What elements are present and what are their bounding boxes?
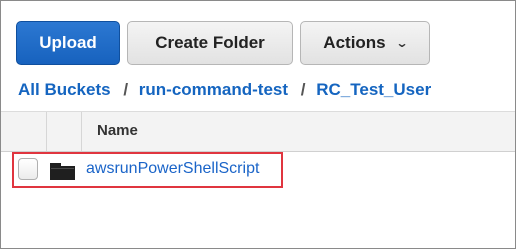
actions-button-label: Actions — [323, 33, 386, 52]
breadcrumb-item-folder[interactable]: RC_Test_User — [316, 80, 431, 99]
folder-icon — [50, 163, 75, 180]
create-folder-button-label: Create Folder — [155, 33, 265, 52]
header-select-column — [1, 112, 47, 151]
breadcrumb-separator: / — [123, 80, 129, 99]
s3-console-frame: Upload Create Folder Actions ⌄ All Bucke… — [0, 0, 516, 249]
upload-button[interactable]: Upload — [16, 21, 120, 65]
row-checkbox[interactable] — [18, 158, 38, 180]
breadcrumb-item-bucket[interactable]: run-command-test — [139, 80, 288, 99]
breadcrumb-item-all-buckets[interactable]: All Buckets — [18, 80, 111, 99]
chevron-down-icon: ⌄ — [395, 36, 409, 50]
toolbar: Upload Create Folder Actions ⌄ — [16, 21, 430, 65]
create-folder-button[interactable]: Create Folder — [127, 21, 293, 65]
table-header: Name — [1, 111, 515, 152]
column-header-name[interactable]: Name — [97, 122, 138, 139]
breadcrumb: All Buckets / run-command-test / RC_Test… — [18, 80, 431, 100]
actions-dropdown-button[interactable]: Actions ⌄ — [300, 21, 430, 65]
folder-name-link[interactable]: awsrunPowerShellScript — [86, 160, 259, 178]
upload-button-label: Upload — [39, 33, 97, 52]
breadcrumb-separator: / — [300, 80, 306, 99]
header-icon-column — [47, 112, 82, 151]
